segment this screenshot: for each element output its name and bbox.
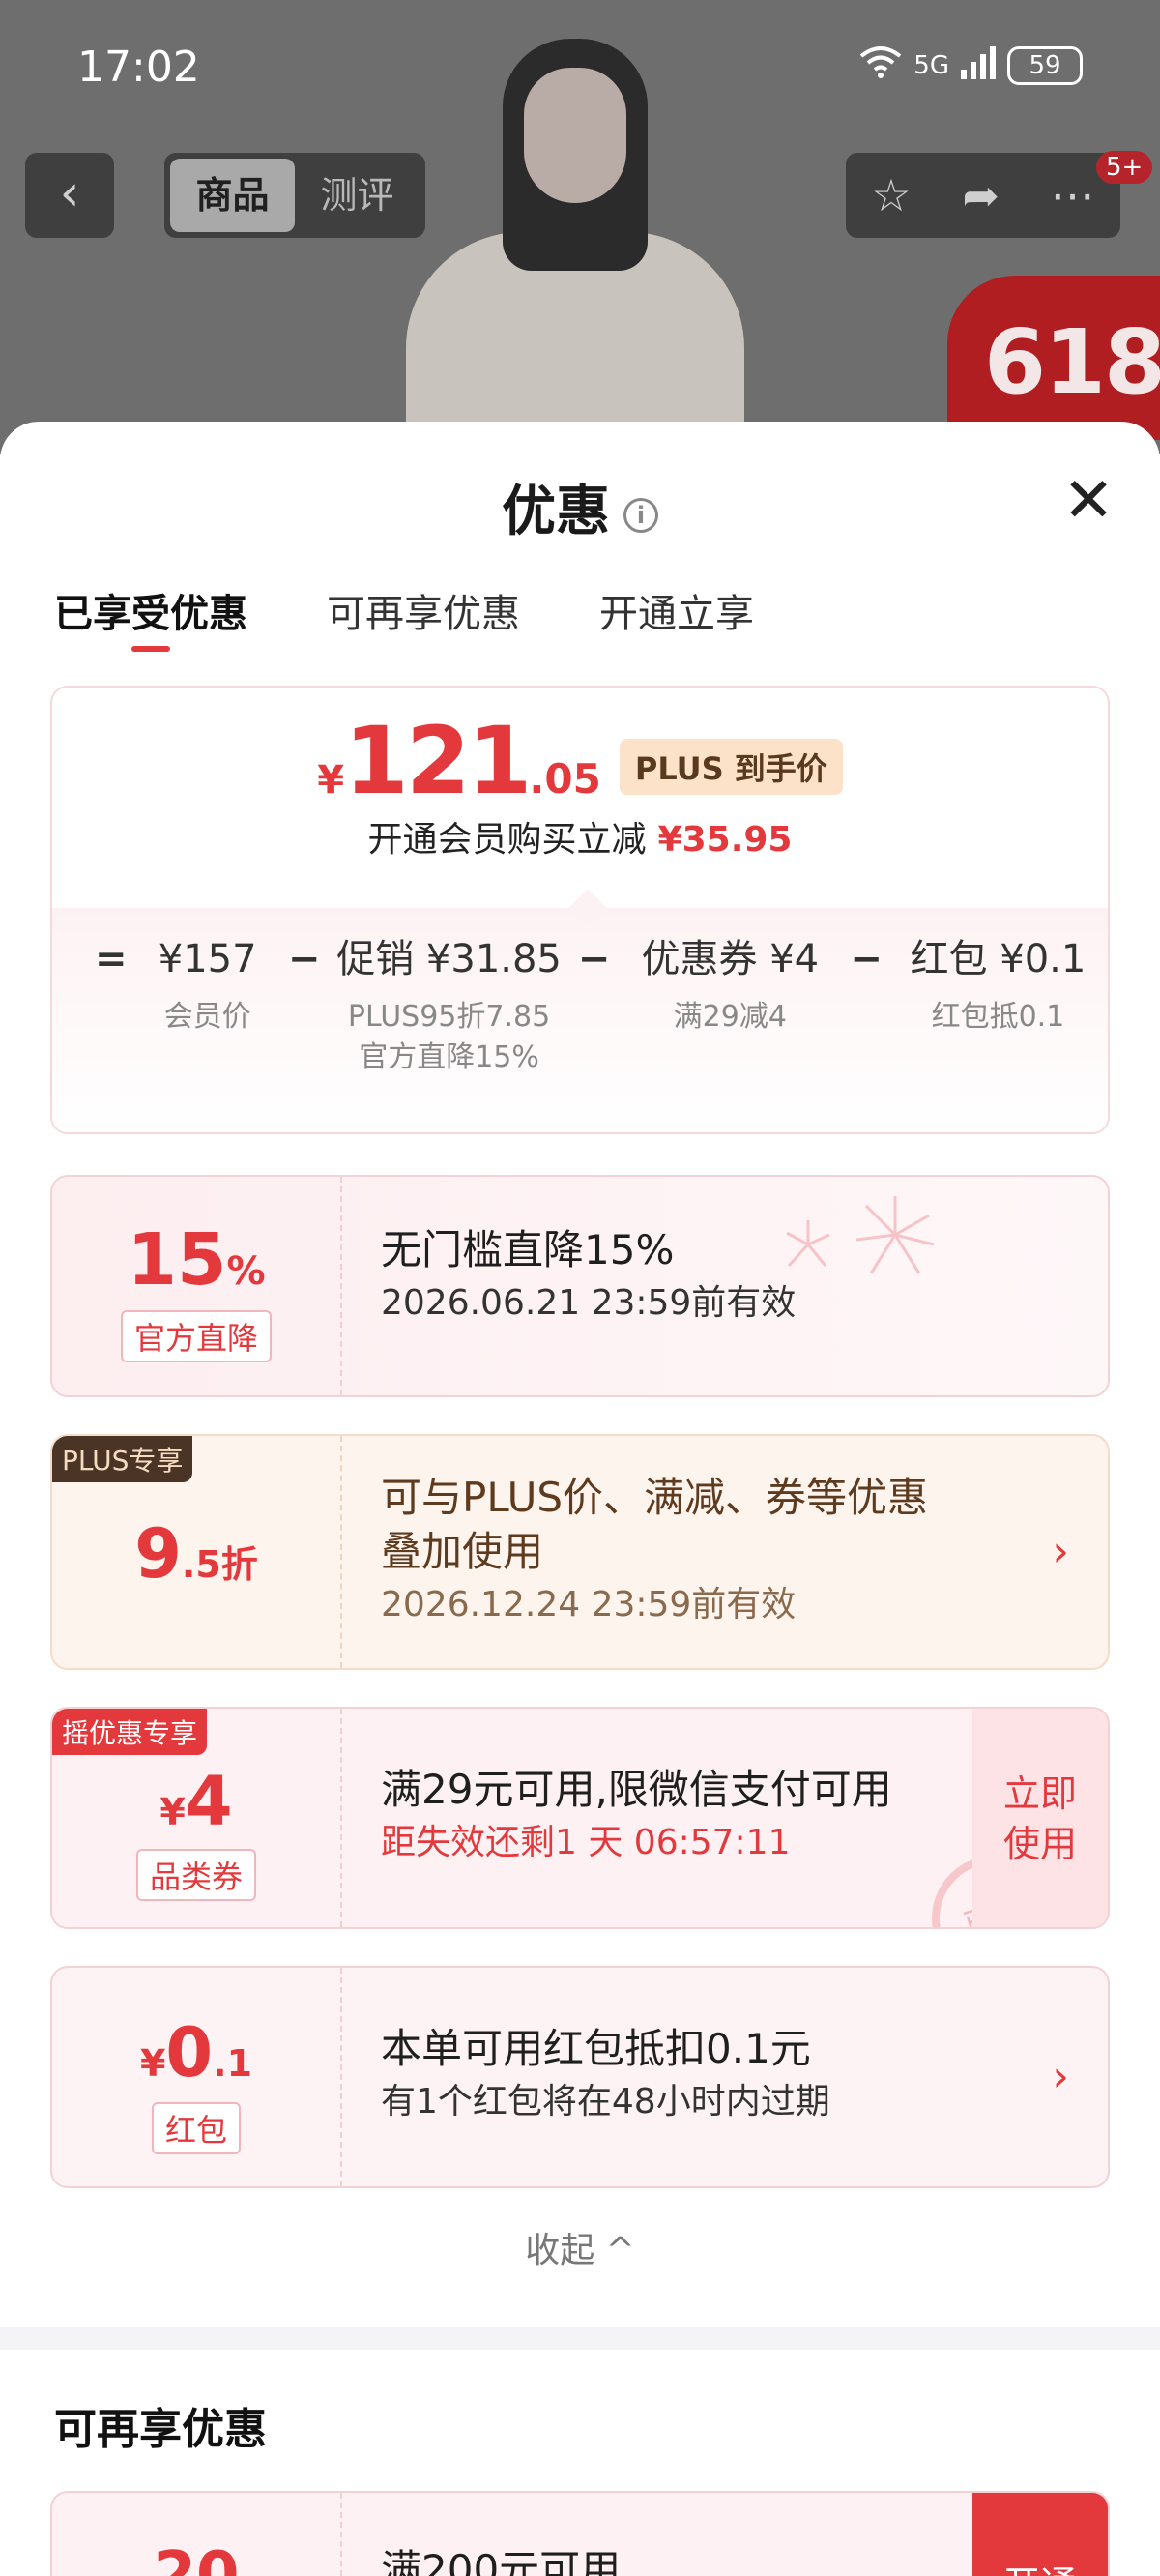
op-minus: − [850, 937, 883, 981]
tab-bar: 已享受优惠 可再享优惠 开通立享 [54, 582, 754, 652]
breakdown-promotion: 促销 ¥31.85 PLUS95折7.85 官方直降15% [326, 935, 571, 1078]
discount-type-label: 官方直降 [120, 1310, 272, 1362]
discount-sheet: 优惠 i ✕ 已享受优惠 可再享优惠 开通立享 ¥ 121 .05 PLUS 到手… [0, 422, 1160, 2576]
price-breakdown: = ¥157 会员价 − 促销 ¥31.85 PLUS95折7.85 官方直降15… [52, 935, 1108, 1078]
price-currency: ¥ [317, 758, 345, 803]
sheet-title-row: 优惠 i [0, 468, 1160, 546]
network-label: 5G [914, 50, 949, 80]
discount-value: 20 [153, 2539, 240, 2576]
back-icon: ‹ [59, 164, 80, 222]
status-bar: 17:02 5G 59 [0, 0, 1160, 135]
discount-note: 有1个红包将在48小时内过期 [381, 2082, 830, 2122]
sheet-title: 优惠 [502, 481, 610, 543]
segment-control: 商品 测评 [164, 153, 425, 238]
op-minus: − [287, 937, 321, 981]
discount-value: 15% [127, 1218, 266, 1302]
price-integer: 121 [344, 707, 532, 815]
signal-icon [959, 44, 998, 86]
discount-value: 9.5折 [134, 1514, 258, 1594]
discount-type-label: 红包 [151, 2102, 241, 2154]
share-icon[interactable]: ➦ [962, 169, 1000, 221]
op-equals: = [94, 937, 128, 981]
chevron-right-icon: › [1052, 1527, 1069, 1576]
section-title: 可再享优惠 [54, 2405, 267, 2454]
wifi-icon [857, 44, 904, 86]
segment-review[interactable]: 测评 [295, 159, 420, 232]
discount-title: 可与PLUS价、满减、券等优惠 [381, 1474, 929, 1521]
breakdown-label: 会员价 [163, 1000, 251, 1034]
discount-type-label: 品类券 [135, 1849, 256, 1901]
plus-price-tag: PLUS 到手价 [619, 739, 843, 795]
collapse-button[interactable]: 收起 ^ [0, 2222, 1160, 2272]
member-save-line: 开通会员购买立减 ¥35.95 [52, 811, 1108, 862]
more-icon[interactable]: ⋯ [1051, 169, 1095, 221]
discount-value: ¥0.1 [139, 2013, 253, 2093]
nav-actions: ☆ ➦ ⋯ [846, 153, 1120, 238]
discount-expiry: 2026.06.21 23:59前有效 [381, 1283, 797, 1323]
discount-title: 本单可用红包抵扣0.1元 [381, 2025, 811, 2072]
discount-card-red-packet[interactable]: ¥0.1 红包 本单可用红包抵扣0.1元 有1个红包将在48小时内过期 › [50, 1966, 1110, 2188]
breakdown-label: 满29减4 [673, 1000, 787, 1034]
chevron-right-icon: › [1052, 2052, 1069, 2101]
breakdown-red-packet: 红包 ¥0.1 红包抵0.1 [888, 935, 1108, 1038]
discount-title: 无门槛直降15% [381, 1226, 675, 1273]
breakdown-member-price: ¥157 会员价 [132, 935, 281, 1038]
discount-value: ¥4 [160, 1762, 233, 1841]
use-now-button[interactable]: 立即 使用 [972, 1709, 1108, 1927]
breakdown-value: 促销 ¥31.85 [336, 937, 562, 981]
star-icon[interactable]: ☆ [871, 169, 911, 221]
price-summary: ¥ 121 .05 PLUS 到手价 开通会员购买立减 ¥35.95 = ¥157… [50, 686, 1110, 1134]
back-button[interactable]: ‹ [25, 153, 114, 238]
discount-card-coupon[interactable]: 摇优惠专享 ¥4 品类券 满29元可用,限微信支付可用 距失效还剩1 天 06:… [50, 1707, 1110, 1929]
battery-indicator: 59 [1007, 45, 1083, 85]
member-save-text: 开通会员购买立减 [367, 820, 647, 860]
status-icons: 5G 59 [857, 44, 1083, 86]
op-minus: − [577, 937, 611, 981]
breakdown-value: 优惠券 ¥4 [641, 937, 820, 981]
section-divider [0, 2327, 1160, 2350]
discount-title-line2: 叠加使用 [381, 1528, 544, 1575]
open-button[interactable]: 开通 [972, 2493, 1108, 2576]
discount-expiry: 2026.12.24 23:59前有效 [381, 1585, 797, 1625]
discount-card-more[interactable]: 20 满200元可用 开通 [50, 2491, 1110, 2576]
tab-more-discounts[interactable]: 可再享优惠 [327, 582, 520, 652]
tab-enjoyed[interactable]: 已享受优惠 [54, 582, 247, 652]
segment-product[interactable]: 商品 [170, 159, 295, 232]
close-icon[interactable]: ✕ [1059, 470, 1117, 532]
breakdown-value: 红包 ¥0.1 [910, 937, 1087, 981]
breakdown-label: 红包抵0.1 [931, 1000, 1065, 1034]
status-time: 17:02 [77, 43, 200, 92]
breakdown-value: ¥157 [158, 937, 257, 981]
member-save-amount: ¥35.95 [657, 820, 793, 860]
discount-card-plus[interactable]: PLUS专享 9.5折 可与PLUS价、满减、券等优惠 叠加使用 2026.12… [50, 1434, 1110, 1670]
tab-open-now[interactable]: 开通立享 [599, 582, 754, 652]
final-price: ¥ 121 .05 [317, 715, 601, 807]
info-icon[interactable]: i [624, 497, 658, 533]
discount-card-official[interactable]: 15% 官方直降 无门槛直降15% 2026.06.21 23:59前有效 [50, 1175, 1110, 1397]
promo-618-badge: 618 [947, 276, 1160, 440]
price-decimal: .05 [529, 755, 601, 803]
notification-badge: 5+ [1096, 151, 1153, 184]
breakdown-coupon: 优惠券 ¥4 满29减4 [616, 935, 844, 1038]
breakdown-label: PLUS95折7.85 官方直降15% [347, 1000, 551, 1074]
